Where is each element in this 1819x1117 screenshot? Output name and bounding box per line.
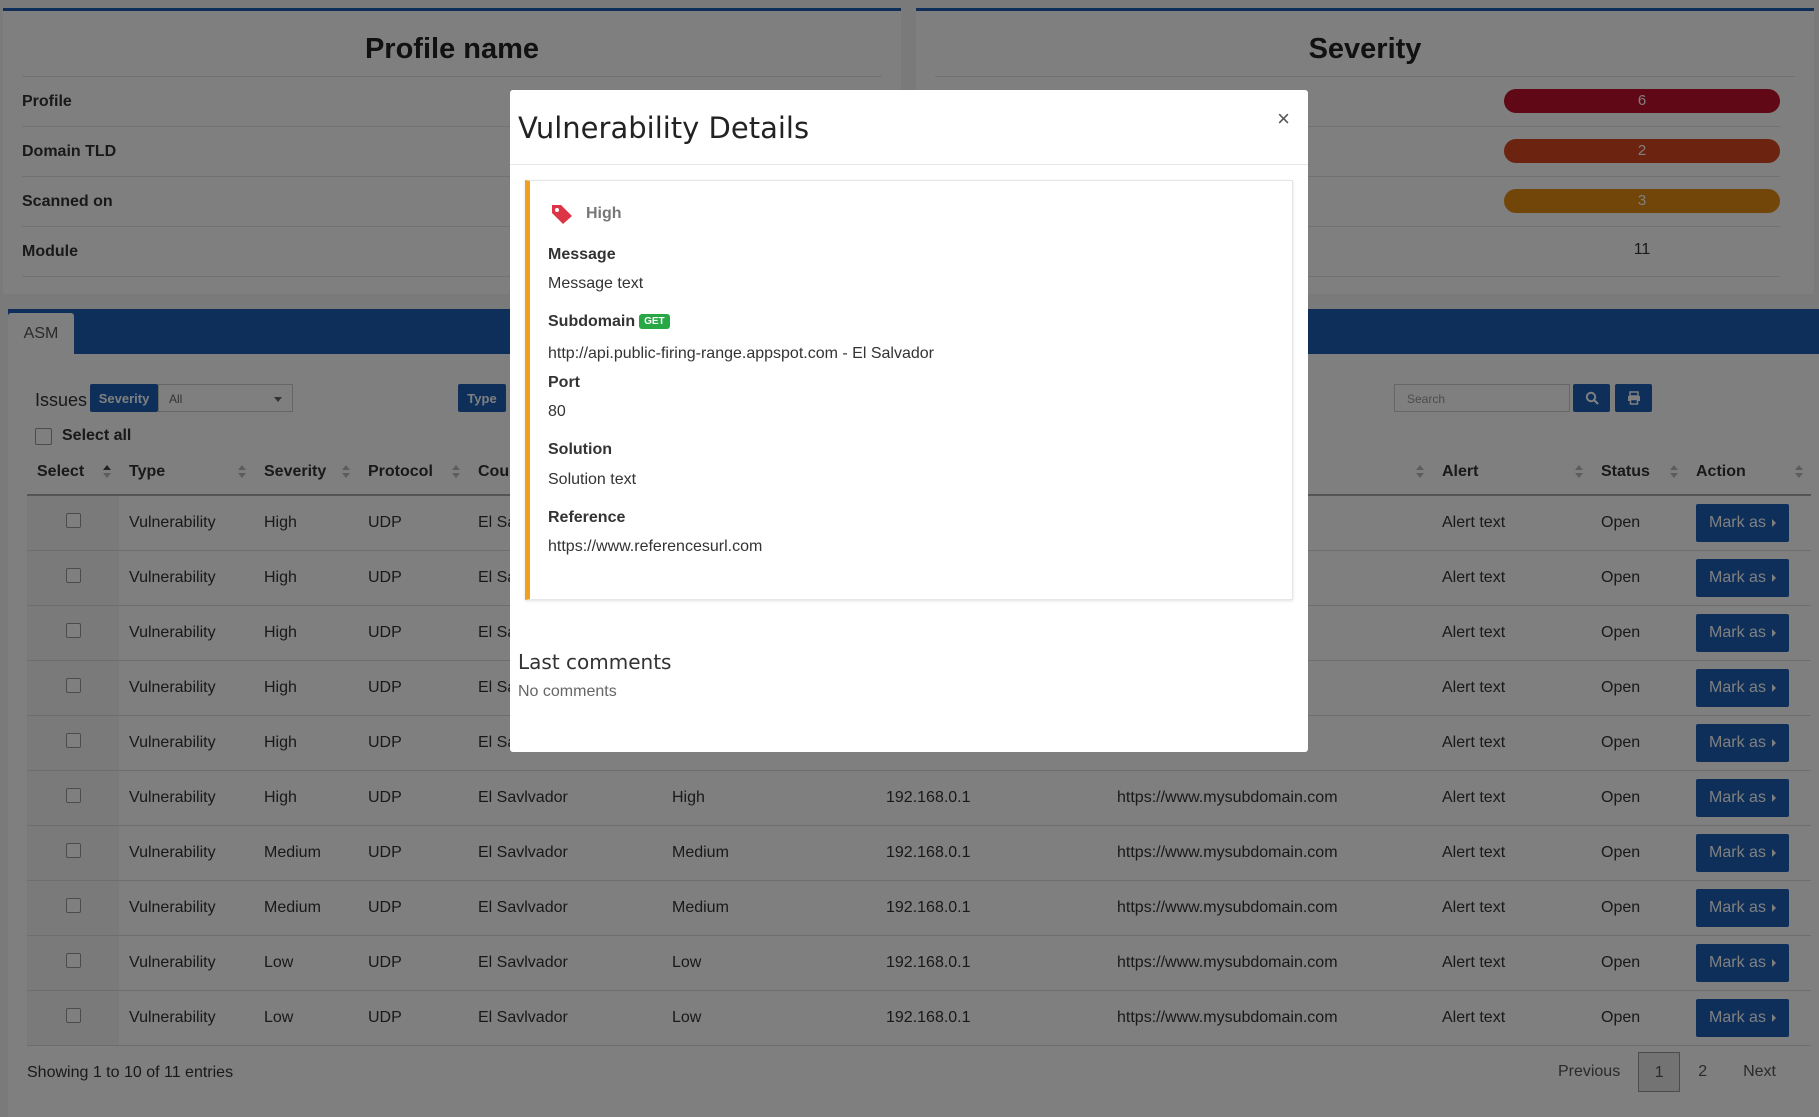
message-value: Message text xyxy=(548,275,644,292)
severity-value: High xyxy=(586,205,622,222)
subdomain-value: http://api.public-firing-range.appspot.c… xyxy=(548,345,934,362)
page: Profile name Profile Domain TLD Scanned … xyxy=(0,0,1819,1117)
severity-tag: High xyxy=(550,203,622,225)
solution-label: Solution xyxy=(548,441,612,458)
message-label: Message xyxy=(548,246,616,263)
get-badge: GET xyxy=(639,314,670,329)
modal-title: Vulnerability Details xyxy=(518,111,810,145)
reference-link[interactable]: https://www.referencesurl.com xyxy=(548,538,762,556)
subdomain-label-row: Subdomain GET xyxy=(548,313,670,331)
last-comments-heading: Last comments xyxy=(518,650,672,674)
subdomain-label: Subdomain xyxy=(548,313,636,330)
solution-value: Solution text xyxy=(548,471,637,488)
reference-label: Reference xyxy=(548,509,626,526)
vulnerability-details-modal: Vulnerability Details × High Message Mes… xyxy=(510,90,1308,752)
no-comments-text: No comments xyxy=(518,683,617,700)
tag-icon xyxy=(552,205,572,224)
port-label: Port xyxy=(548,374,580,391)
modal-header: Vulnerability Details × xyxy=(510,90,1308,165)
port-value: 80 xyxy=(548,403,566,420)
vulnerability-detail-card: High Message Message text Subdomain GET h… xyxy=(525,180,1293,600)
close-button[interactable]: × xyxy=(1277,106,1290,132)
